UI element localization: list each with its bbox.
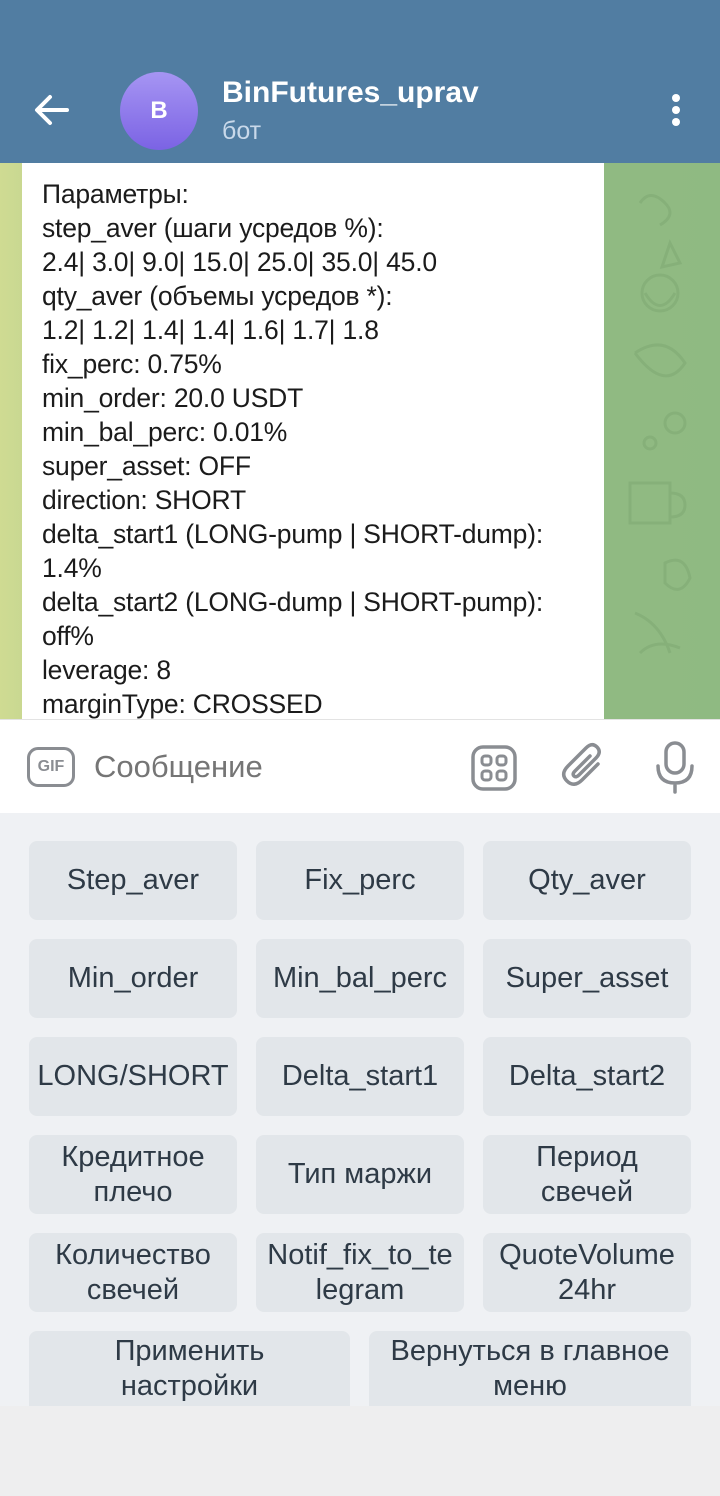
message-line: direction: SHORT [42,485,246,515]
quote-volume-24hr-button[interactable]: QuoteVolume 24hr [483,1233,691,1312]
bot-reply-keyboard: Step_aver Fix_perc Qty_aver Min_order Mi… [0,813,720,1406]
message-line: step_aver (шаги усредов %): [42,213,384,243]
button-label: Тип маржи [287,1158,433,1190]
message-line: delta_start2 (LONG-dump | SHORT-pump): [42,587,543,617]
fix-perc-button[interactable]: Fix_perc [256,841,464,920]
min-bal-perc-button[interactable]: Min_bal_perc [256,939,464,1018]
chat-header: B BinFutures_uprav бот [0,0,720,163]
message-line: leverage: 8 [42,655,171,685]
super-asset-button[interactable]: Super_asset [483,939,691,1018]
leverage-button[interactable]: Кредитное плечо [29,1135,237,1214]
avatar[interactable]: B [120,72,198,150]
bottom-inset [0,1406,720,1496]
message-line: 2.4| 3.0| 9.0| 15.0| 25.0| 35.0| 45.0 [42,247,437,277]
message-line: off% [42,621,94,651]
margin-type-button[interactable]: Тип маржи [256,1135,464,1214]
message-line: marginType: CROSSED [42,689,323,719]
message-line: fix_perc: 0.75% [42,349,222,379]
button-label: Период свечей [536,1140,638,1208]
arrow-left-icon [35,95,69,125]
button-label: Qty_aver [528,864,646,896]
long-short-button[interactable]: LONG/SHORT [29,1037,237,1116]
button-label: Super_asset [505,962,669,994]
wallpaper-doodle-icon [628,194,692,655]
button-label: Delta_start1 [281,1060,439,1092]
min-order-button[interactable]: Min_order [29,939,237,1018]
qty-aver-button[interactable]: Qty_aver [483,841,691,920]
button-label: Кредитное плечо [61,1140,205,1208]
button-label: Применить настройки [114,1334,265,1402]
microphone-icon[interactable] [652,740,698,794]
candle-period-button[interactable]: Период свечей [483,1135,691,1214]
notif-fix-to-telegram-button[interactable]: Notif_fix_to_te legram [256,1233,464,1312]
message-composer: GIF [0,719,720,813]
message-line: 1.2| 1.2| 1.4| 1.4| 1.6| 1.7| 1.8 [42,315,379,345]
candle-count-button[interactable]: Количество свечей [29,1233,237,1312]
message-input[interactable] [94,747,454,787]
chat-subtitle: бот [222,117,262,145]
message-bubble[interactable]: Параметры: step_aver (шаги усредов %): 2… [22,163,604,719]
more-options-button[interactable] [656,86,696,134]
button-label: Delta_start2 [508,1060,666,1092]
step-aver-button[interactable]: Step_aver [29,841,237,920]
message-line: min_order: 20.0 USDT [42,383,304,413]
back-button[interactable] [26,86,78,134]
message-line: 1.4% [42,553,102,583]
message-line: Параметры: [42,179,189,209]
message-line: delta_start1 (LONG-pump | SHORT-dump): [42,519,543,549]
delta-start1-button[interactable]: Delta_start1 [256,1037,464,1116]
button-label: Вернуться в главное меню [390,1334,670,1402]
delta-start2-button[interactable]: Delta_start2 [483,1037,691,1116]
message-line: qty_aver (объемы усредов *): [42,281,393,311]
message-line: min_bal_perc: 0.01% [42,417,288,447]
main-menu-button[interactable]: Вернуться в главное меню [369,1331,691,1406]
gif-icon[interactable]: GIF [27,747,75,787]
button-label: Notif_fix_to_te legram [267,1238,453,1306]
button-label: LONG/SHORT [37,1060,229,1092]
bot-keyboard-icon[interactable] [470,744,518,792]
chat-area[interactable]: Параметры: step_aver (шаги усредов %): 2… [0,163,720,719]
chat-title[interactable]: BinFutures_uprav [222,76,479,110]
apply-settings-button[interactable]: Применить настройки [29,1331,350,1406]
button-label: QuoteVolume 24hr [499,1238,675,1306]
button-label: Min_bal_perc [272,962,448,994]
button-label: Количество свечей [55,1238,211,1306]
paperclip-icon[interactable] [560,742,610,792]
more-vertical-icon [672,94,680,126]
button-label: Step_aver [66,864,200,896]
button-label: Min_order [67,962,199,994]
button-label: Fix_perc [304,864,416,896]
message-line: super_asset: OFF [42,451,251,481]
